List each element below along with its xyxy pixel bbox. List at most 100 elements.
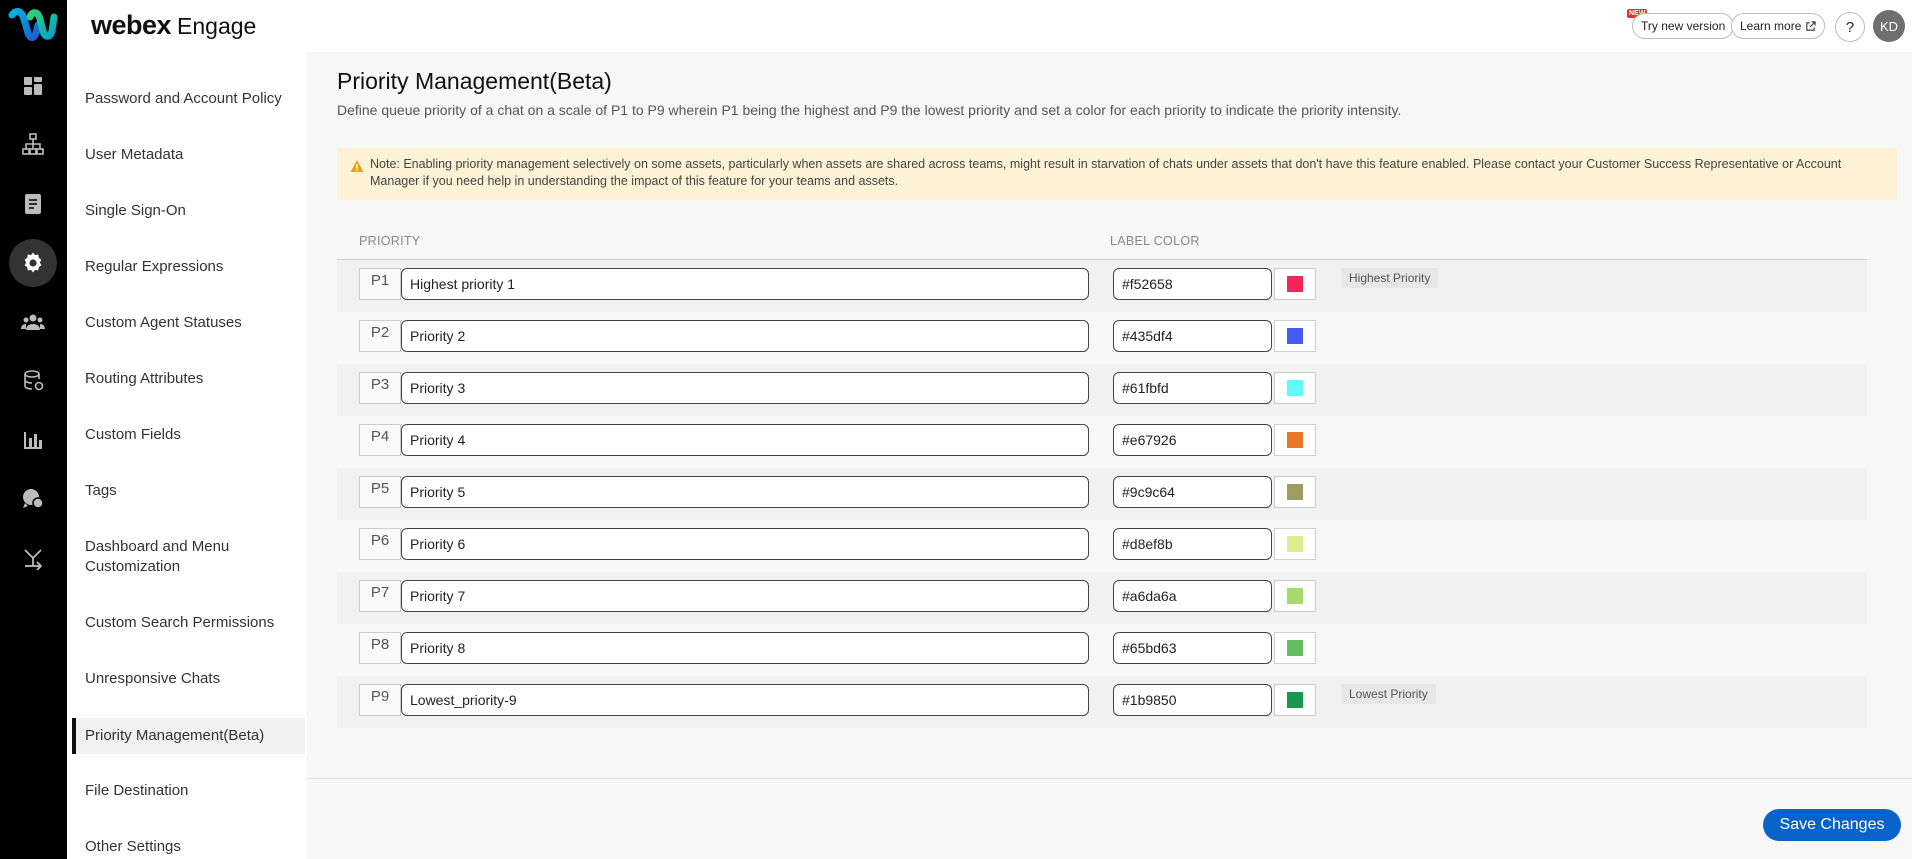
try-new-version-label: Try new version <box>1641 19 1726 33</box>
priority-color-input[interactable] <box>1113 632 1272 664</box>
color-swatch <box>1287 588 1303 604</box>
priority-name-input[interactable] <box>401 684 1089 716</box>
priority-row: P6 <box>337 520 1867 572</box>
priority-level-label: P1 <box>359 268 401 300</box>
priority-row: P2 <box>337 312 1867 364</box>
priority-row: P3 <box>337 364 1867 416</box>
color-swatch <box>1287 536 1303 552</box>
note-text: Note: Enabling priority management selec… <box>370 157 1842 188</box>
priority-level-label: P6 <box>359 528 401 560</box>
learn-more-label: Learn more <box>1740 19 1802 33</box>
color-picker-button[interactable] <box>1274 580 1316 612</box>
main-content: Priority Management(Beta) Define queue p… <box>307 52 1912 859</box>
priority-tag-badge: Highest Priority <box>1341 268 1439 288</box>
database-icon[interactable] <box>8 357 58 405</box>
page-title: Priority Management(Beta) <box>337 68 612 94</box>
priority-color-input[interactable] <box>1113 580 1272 612</box>
org-chart-icon[interactable] <box>8 120 58 168</box>
settings-nav: Password and Account Policy User Metadat… <box>67 52 307 859</box>
app-rail <box>0 0 67 859</box>
dashboard-icon[interactable] <box>8 62 58 110</box>
priority-row: P7 <box>337 572 1867 624</box>
priority-level-label: P2 <box>359 320 401 352</box>
help-icon: ? <box>1845 18 1855 36</box>
priority-row: P8 <box>337 624 1867 676</box>
nav-item-priority-management[interactable]: Priority Management(Beta) <box>72 718 305 754</box>
avatar[interactable]: KD <box>1873 10 1905 42</box>
priority-name-input[interactable] <box>401 424 1089 456</box>
nav-item-password-policy[interactable]: Password and Account Policy <box>85 89 295 109</box>
priority-name-input[interactable] <box>401 528 1089 560</box>
color-picker-button[interactable] <box>1274 684 1316 716</box>
learn-more-button[interactable]: Learn more <box>1731 13 1826 39</box>
save-changes-button[interactable]: Save Changes <box>1763 809 1901 841</box>
priority-color-input[interactable] <box>1113 372 1272 404</box>
priority-row: P4 <box>337 416 1867 468</box>
priority-level-label: P3 <box>359 372 401 404</box>
color-swatch <box>1287 432 1303 448</box>
color-swatch <box>1287 276 1303 292</box>
nav-item-dashboard-menu-customization[interactable]: Dashboard and Menu Customization <box>85 537 295 577</box>
nav-item-other-settings[interactable]: Other Settings <box>85 837 295 857</box>
priority-color-input[interactable] <box>1113 320 1272 352</box>
external-link-icon <box>1805 20 1817 32</box>
nav-item-regular-expressions[interactable]: Regular Expressions <box>85 257 295 277</box>
try-new-version-button[interactable]: Try new version <box>1632 13 1735 39</box>
document-icon[interactable] <box>8 180 58 228</box>
help-button[interactable]: ? <box>1835 12 1865 42</box>
brand-logo: webex Engage <box>91 10 257 40</box>
nav-item-file-destination[interactable]: File Destination <box>85 781 295 801</box>
color-picker-button[interactable] <box>1274 320 1316 352</box>
priority-tag-badge: Lowest Priority <box>1341 684 1436 704</box>
warning-icon <box>350 159 364 173</box>
priority-name-input[interactable] <box>401 476 1089 508</box>
color-swatch <box>1287 484 1303 500</box>
warning-note: Note: Enabling priority management selec… <box>337 148 1897 200</box>
priority-name-input[interactable] <box>401 580 1089 612</box>
priority-row: P5 <box>337 468 1867 520</box>
gear-icon[interactable] <box>8 239 58 287</box>
priority-color-input[interactable] <box>1113 476 1272 508</box>
nav-item-custom-search-permissions[interactable]: Custom Search Permissions <box>85 613 295 633</box>
nav-item-custom-agent-statuses[interactable]: Custom Agent Statuses <box>85 313 295 333</box>
color-picker-button[interactable] <box>1274 632 1316 664</box>
color-swatch <box>1287 328 1303 344</box>
nav-item-unresponsive-chats[interactable]: Unresponsive Chats <box>85 669 295 689</box>
divider <box>307 778 1912 779</box>
priority-color-input[interactable] <box>1113 268 1272 300</box>
priority-name-input[interactable] <box>401 320 1089 352</box>
nav-item-routing-attributes[interactable]: Routing Attributes <box>85 369 295 389</box>
priority-color-input[interactable] <box>1113 684 1272 716</box>
page-description: Define queue priority of a chat on a sca… <box>337 102 1402 118</box>
color-picker-button[interactable] <box>1274 476 1316 508</box>
priority-level-label: P8 <box>359 632 401 664</box>
bar-chart-icon[interactable] <box>8 416 58 464</box>
color-picker-button[interactable] <box>1274 528 1316 560</box>
color-picker-button[interactable] <box>1274 424 1316 456</box>
nav-item-tags[interactable]: Tags <box>85 481 295 501</box>
color-swatch <box>1287 692 1303 708</box>
webex-logo[interactable] <box>8 5 58 45</box>
color-picker-button[interactable] <box>1274 268 1316 300</box>
nav-item-custom-fields[interactable]: Custom Fields <box>85 425 295 445</box>
column-header-priority: PRIORITY <box>359 234 421 248</box>
chat-icon[interactable] <box>8 475 58 523</box>
priority-level-label: P7 <box>359 580 401 612</box>
route-icon[interactable] <box>8 534 58 582</box>
priority-name-input[interactable] <box>401 268 1089 300</box>
priority-name-input[interactable] <box>401 372 1089 404</box>
priority-row: P9 Lowest Priority <box>337 676 1867 728</box>
color-swatch <box>1287 640 1303 656</box>
column-header-label-color: LABEL COLOR <box>1110 234 1200 248</box>
priority-color-input[interactable] <box>1113 424 1272 456</box>
color-swatch <box>1287 380 1303 396</box>
nav-item-user-metadata[interactable]: User Metadata <box>85 145 295 165</box>
nav-item-single-sign-on[interactable]: Single Sign-On <box>85 201 295 221</box>
priority-level-label: P5 <box>359 476 401 508</box>
priority-level-label: P4 <box>359 424 401 456</box>
color-picker-button[interactable] <box>1274 372 1316 404</box>
priority-level-label: P9 <box>359 684 401 716</box>
people-icon[interactable] <box>8 298 58 346</box>
priority-color-input[interactable] <box>1113 528 1272 560</box>
priority-name-input[interactable] <box>401 632 1089 664</box>
